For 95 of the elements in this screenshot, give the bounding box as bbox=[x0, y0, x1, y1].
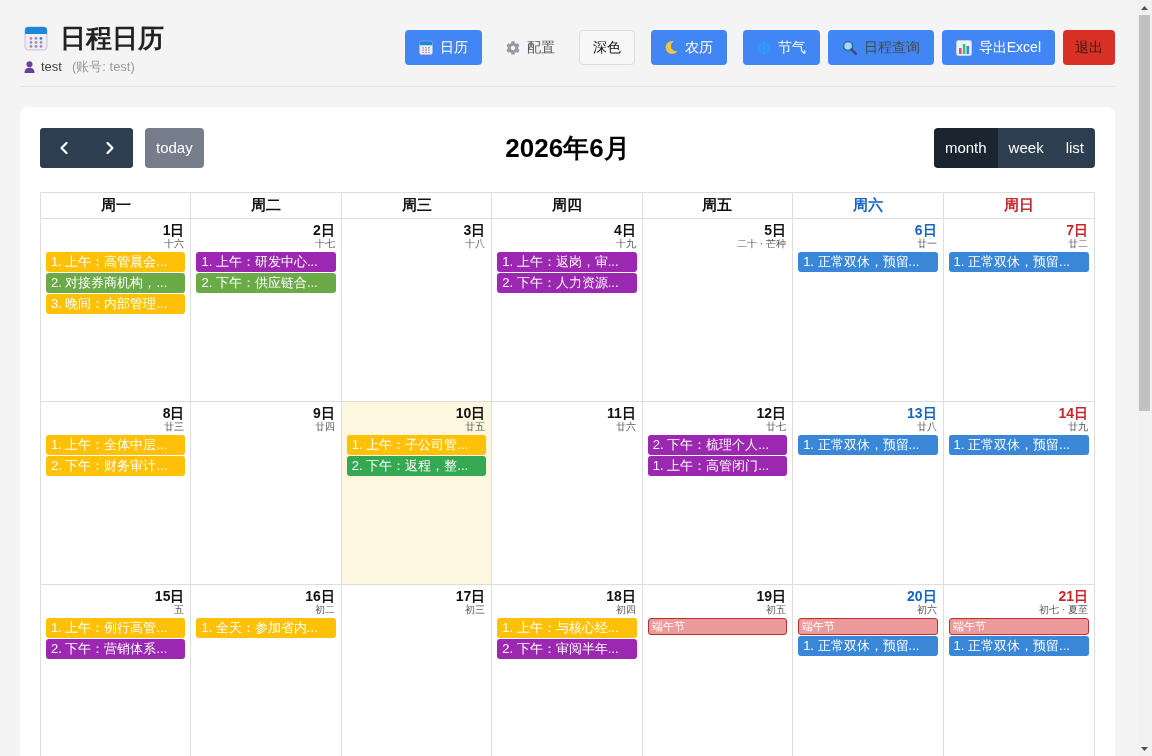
day-number: 8日 bbox=[162, 405, 185, 421]
lunar-date: 十九 bbox=[615, 238, 636, 249]
calendar-icon bbox=[24, 25, 48, 51]
lunar-date: 五 bbox=[174, 604, 185, 615]
day-number: 19日 bbox=[756, 588, 787, 604]
calendar-title: 2026年6月 bbox=[505, 132, 630, 165]
app-title: 日程日历 bbox=[60, 22, 164, 54]
day-number: 2日 bbox=[313, 222, 335, 238]
export-excel-button[interactable]: 导出Excel bbox=[941, 30, 1055, 65]
moon-icon bbox=[664, 41, 678, 54]
account-label: (账号: test) bbox=[71, 58, 135, 77]
lunar-date: 廿四 bbox=[314, 421, 335, 432]
day-number: 12日 bbox=[756, 405, 787, 421]
calendar-event[interactable]: 1. 正常双休，预留... bbox=[948, 252, 1089, 272]
column-header: 周一 bbox=[41, 193, 192, 218]
calendar-event[interactable]: 1. 上午：研发中心... bbox=[196, 252, 336, 272]
column-header: 周日 bbox=[1002, 195, 1035, 216]
holiday-event[interactable]: 端午节 bbox=[798, 618, 938, 635]
calendar-event[interactable]: 1. 上午：返岗，审... bbox=[497, 252, 637, 272]
column-header: 周五 bbox=[642, 193, 794, 218]
lunar-date: 初七 · 夏至 bbox=[1039, 604, 1088, 615]
lunar-date: 二十 · 芒种 bbox=[737, 238, 787, 249]
day-number: 3日 bbox=[463, 222, 486, 238]
day-number: 1日 bbox=[162, 222, 185, 238]
lunar-date: 廿八 bbox=[916, 421, 937, 432]
lunar-date: 十七 bbox=[314, 238, 335, 249]
day-number: 6日 bbox=[914, 222, 937, 238]
calendar-event[interactable]: 1. 正常双休，预留... bbox=[948, 435, 1089, 455]
lunar-date: 初六 bbox=[916, 604, 937, 615]
day-number: 15日 bbox=[154, 588, 185, 604]
calendar-event[interactable]: 1. 上午：高管闭门... bbox=[647, 456, 788, 476]
calendar-event[interactable]: 2. 下午：返程，整... bbox=[346, 456, 487, 476]
calendar-event[interactable]: 1. 正常双休，预留... bbox=[798, 636, 938, 656]
calendar-event[interactable]: 2. 下午：梳理个人... bbox=[647, 435, 788, 455]
logout-button[interactable]: 退出 bbox=[1063, 30, 1115, 65]
lunar-date: 廿一 bbox=[916, 238, 937, 249]
day-number: 16日 bbox=[305, 588, 335, 604]
column-header: 周三 bbox=[341, 193, 493, 218]
magnifier-icon bbox=[841, 40, 857, 55]
lunar-date: 廿五 bbox=[465, 421, 486, 432]
day-number: 10日 bbox=[455, 405, 486, 421]
schedule-search-button[interactable]: 日程查询 bbox=[827, 30, 934, 65]
column-header: 周六 bbox=[793, 193, 944, 218]
calendar-icon bbox=[418, 39, 433, 56]
view-tab[interactable]: month bbox=[933, 128, 998, 168]
lunar-date: 廿六 bbox=[615, 421, 636, 432]
calendar-button[interactable]: 日历 bbox=[404, 30, 482, 65]
day-number: 17日 bbox=[455, 588, 486, 604]
day-number: 4日 bbox=[613, 222, 636, 238]
column-header: 周二 bbox=[191, 193, 342, 218]
solar-terms-button[interactable]: 节气 bbox=[742, 30, 820, 65]
day-number: 20日 bbox=[907, 588, 937, 604]
lunar-date: 十八 bbox=[465, 238, 486, 249]
lunar-button[interactable]: 农历 bbox=[650, 30, 727, 65]
holiday-event[interactable]: 端午节 bbox=[647, 618, 788, 635]
lunar-date: 初三 bbox=[465, 604, 486, 615]
bar-chart-icon bbox=[955, 39, 972, 56]
holiday-event[interactable]: 端午节 bbox=[948, 618, 1089, 635]
day-number: 9日 bbox=[313, 405, 335, 421]
day-number: 18日 bbox=[606, 588, 636, 604]
lunar-date: 廿二 bbox=[1068, 238, 1088, 249]
calendar-event[interactable]: 1. 正常双休，预留... bbox=[798, 435, 938, 455]
view-tab[interactable]: week bbox=[997, 128, 1055, 168]
today-button[interactable]: today bbox=[145, 128, 204, 168]
day-number: 21日 bbox=[1058, 588, 1088, 604]
user-icon bbox=[24, 61, 35, 73]
day-number: 14日 bbox=[1058, 405, 1088, 421]
calendar-event[interactable]: 2. 下午：营销体系... bbox=[46, 639, 186, 659]
day-number: 11日 bbox=[606, 405, 636, 421]
scroll-down-icon[interactable] bbox=[1141, 746, 1148, 751]
snowflake-icon bbox=[756, 40, 771, 55]
scrollbar-thumb[interactable] bbox=[1139, 15, 1150, 411]
calendar-event[interactable]: 1. 正常双休，预留... bbox=[948, 636, 1089, 656]
calendar-event[interactable]: 2. 下午：供应链合... bbox=[196, 273, 336, 293]
lunar-date: 十六 bbox=[164, 238, 185, 249]
day-number: 13日 bbox=[907, 405, 937, 421]
calendar-event[interactable]: 2. 对接券商机构，... bbox=[46, 273, 186, 293]
calendar-event[interactable]: 2. 下午：人力资源... bbox=[497, 273, 637, 293]
gear-icon bbox=[505, 40, 520, 55]
lunar-date: 初五 bbox=[766, 604, 787, 615]
settings-button[interactable]: 配置 bbox=[497, 30, 563, 65]
username: test bbox=[41, 58, 62, 77]
lunar-date: 廿七 bbox=[766, 421, 787, 432]
day-number: 7日 bbox=[1066, 222, 1088, 238]
calendar-event[interactable]: 1. 正常双休，预留... bbox=[798, 252, 938, 272]
day-number: 5日 bbox=[764, 222, 787, 238]
view-tab[interactable]: list bbox=[1054, 128, 1095, 168]
lunar-date: 初四 bbox=[615, 604, 636, 615]
column-header: 周四 bbox=[492, 193, 643, 218]
calendar-event[interactable]: 2. 下午：审阅半年... bbox=[497, 639, 637, 659]
scroll-up-icon[interactable] bbox=[1141, 5, 1148, 10]
lunar-date: 廿九 bbox=[1068, 421, 1088, 432]
dark-mode-button[interactable]: 深色 bbox=[578, 30, 635, 65]
lunar-date: 廿三 bbox=[164, 421, 185, 432]
lunar-date: 初二 bbox=[314, 604, 335, 615]
